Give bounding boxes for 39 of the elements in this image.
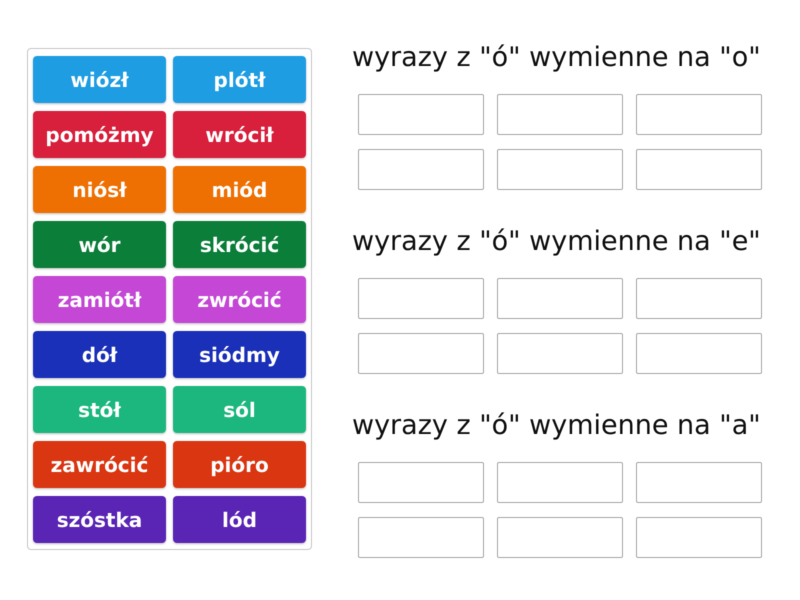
group-heading: wyrazy z "ó" wymienne na "o" xyxy=(352,41,761,75)
word-tile[interactable]: dół xyxy=(33,331,166,378)
word-tile[interactable]: miód xyxy=(173,166,306,213)
word-tile[interactable]: zawrócić xyxy=(33,441,166,488)
word-tile[interactable]: niósł xyxy=(33,166,166,213)
word-tile[interactable]: siódmy xyxy=(173,331,306,378)
drop-box[interactable] xyxy=(358,149,484,190)
word-tile[interactable]: lód xyxy=(173,496,306,543)
word-tile[interactable]: sól xyxy=(173,386,306,433)
group-heading: wyrazy z "ó" wymienne na "a" xyxy=(352,409,761,443)
word-tile[interactable]: wiózł xyxy=(33,56,166,103)
drop-box[interactable] xyxy=(497,94,623,135)
drop-box[interactable] xyxy=(636,149,762,190)
word-tile[interactable]: pióro xyxy=(173,441,306,488)
word-tile[interactable]: wór xyxy=(33,221,166,268)
word-tile[interactable]: zwrócić xyxy=(173,276,306,323)
drop-box[interactable] xyxy=(497,278,623,319)
word-tile[interactable]: stół xyxy=(33,386,166,433)
drop-box[interactable] xyxy=(636,278,762,319)
drop-box[interactable] xyxy=(636,333,762,374)
word-tile[interactable]: szóstka xyxy=(33,496,166,543)
word-tile[interactable]: plótł xyxy=(173,56,306,103)
word-tile[interactable]: zamiótł xyxy=(33,276,166,323)
word-tile[interactable]: skrócić xyxy=(173,221,306,268)
drop-box[interactable] xyxy=(358,462,484,503)
drop-box[interactable] xyxy=(636,94,762,135)
drop-box[interactable] xyxy=(358,333,484,374)
drop-box[interactable] xyxy=(358,94,484,135)
word-tile[interactable]: wrócił xyxy=(173,111,306,158)
drop-box[interactable] xyxy=(497,333,623,374)
drop-box[interactable] xyxy=(636,517,762,558)
drop-box[interactable] xyxy=(636,462,762,503)
word-tile[interactable]: pomóżmy xyxy=(33,111,166,158)
drop-box[interactable] xyxy=(358,278,484,319)
drop-box[interactable] xyxy=(358,517,484,558)
drop-box[interactable] xyxy=(497,462,623,503)
group-heading: wyrazy z "ó" wymienne na "e" xyxy=(352,225,761,259)
drop-box[interactable] xyxy=(497,517,623,558)
drop-box[interactable] xyxy=(497,149,623,190)
